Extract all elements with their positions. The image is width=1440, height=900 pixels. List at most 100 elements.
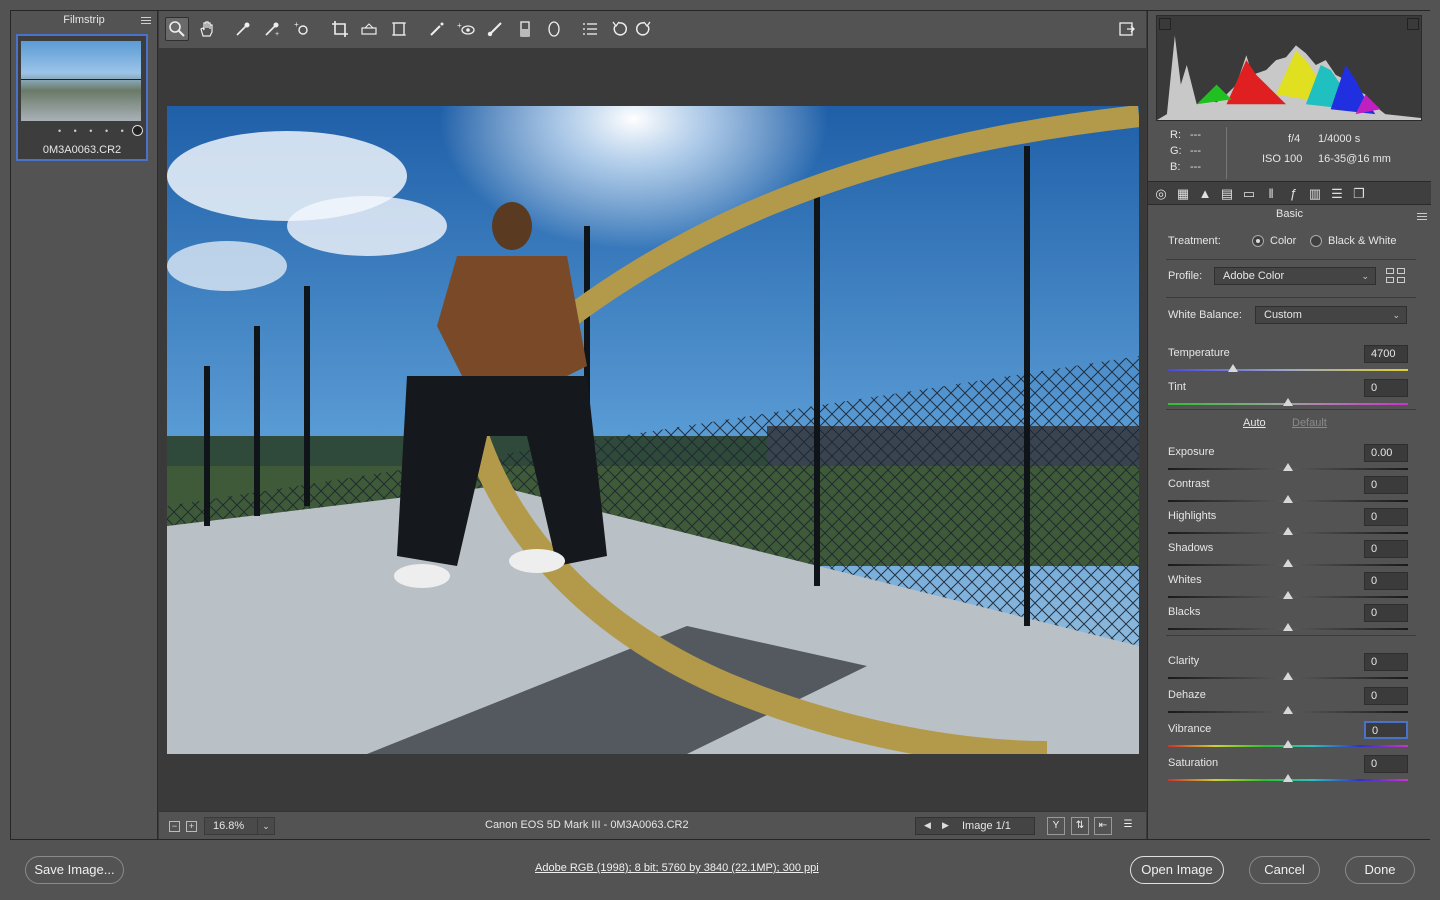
filmstrip-thumbnail[interactable]: • • • • • 0M3A0063.CR2 xyxy=(16,34,148,161)
crop-tool-icon[interactable] xyxy=(328,17,352,41)
b-value: --- xyxy=(1190,161,1201,173)
filmstrip-menu-icon[interactable] xyxy=(141,15,151,25)
targeted-adjustment-tool-icon[interactable]: + xyxy=(290,17,314,41)
adjustment-brush-tool-icon[interactable] xyxy=(483,17,507,41)
temperature-thumb[interactable] xyxy=(1227,364,1238,372)
image-canvas[interactable] xyxy=(159,48,1146,811)
tab-detail-icon[interactable]: ▲ xyxy=(1196,185,1214,203)
rotate-left-icon[interactable] xyxy=(607,17,631,41)
zoom-dropdown-chevron-icon[interactable]: ⌄ xyxy=(257,817,275,835)
treatment-label: Treatment: xyxy=(1168,235,1221,247)
whites-value-field[interactable]: 0 xyxy=(1364,572,1408,590)
blacks-value-field[interactable]: 0 xyxy=(1364,604,1408,622)
filmstrip-header: Filmstrip xyxy=(11,11,157,31)
save-image-button[interactable]: Save Image... xyxy=(25,856,124,884)
zoom-out-button[interactable]: − xyxy=(169,821,180,832)
tint-label: Tint xyxy=(1168,381,1186,393)
divider xyxy=(1166,259,1416,260)
shadow-clipping-warning-icon[interactable] xyxy=(1159,18,1171,30)
saturation-label: Saturation xyxy=(1168,757,1219,769)
temperature-track[interactable] xyxy=(1168,369,1408,371)
r-label: R: xyxy=(1170,129,1181,141)
photo-illustration xyxy=(167,106,1139,754)
spot-removal-tool-icon[interactable] xyxy=(425,17,449,41)
tint-thumb[interactable] xyxy=(1283,398,1293,406)
exposure-thumb[interactable] xyxy=(1283,463,1293,471)
highlights-thumb[interactable] xyxy=(1283,527,1293,535)
preview-photo xyxy=(167,106,1139,754)
saturation-value-field[interactable]: 0 xyxy=(1364,755,1408,773)
tab-hsl-icon[interactable]: ▤ xyxy=(1218,185,1236,203)
tab-camera-calibration-icon[interactable]: ▥ xyxy=(1306,185,1324,203)
rating-dots[interactable]: • • • • • xyxy=(58,126,129,136)
tab-lens-corrections-icon[interactable]: ‖ xyxy=(1262,185,1280,203)
profile-browser-grid-icon[interactable] xyxy=(1386,268,1406,284)
temperature-value-field[interactable]: 4700 xyxy=(1364,345,1408,363)
fullscreen-toggle-icon[interactable] xyxy=(1115,17,1139,41)
filmstrip-title: Filmstrip xyxy=(63,14,105,26)
rotate-right-icon[interactable] xyxy=(632,17,656,41)
tab-tone-curve-icon[interactable]: ▦ xyxy=(1174,185,1192,203)
before-after-view-icon[interactable]: Y xyxy=(1047,817,1065,835)
color-sampler-tool-icon[interactable]: + xyxy=(260,17,284,41)
dehaze-thumb[interactable] xyxy=(1283,706,1293,714)
rgb-readout: R: --- G: --- B: --- xyxy=(1170,127,1210,175)
next-image-button[interactable]: ▶ xyxy=(942,820,949,831)
red-eye-tool-icon[interactable]: + xyxy=(454,17,478,41)
exposure-value-field[interactable]: 0.00 xyxy=(1364,444,1408,462)
vibrance-thumb[interactable] xyxy=(1283,740,1293,748)
straighten-tool-icon[interactable] xyxy=(357,17,381,41)
copy-settings-icon[interactable]: ⇤ xyxy=(1094,817,1112,835)
shadows-value-field[interactable]: 0 xyxy=(1364,540,1408,558)
white-balance-select[interactable]: Custom ⌄ xyxy=(1255,306,1407,324)
panel-menu-icon[interactable] xyxy=(1417,211,1427,222)
histogram xyxy=(1156,15,1422,121)
shadows-thumb[interactable] xyxy=(1283,559,1293,567)
graduated-filter-tool-icon[interactable] xyxy=(513,17,537,41)
divider xyxy=(1166,635,1416,636)
clarity-label: Clarity xyxy=(1168,655,1200,667)
vibrance-value-field[interactable]: 0 xyxy=(1364,721,1408,739)
zoom-tool-icon[interactable] xyxy=(165,17,189,41)
tab-basic-aperture-icon[interactable]: ◎ xyxy=(1152,185,1170,203)
cancel-button[interactable]: Cancel xyxy=(1249,856,1320,884)
default-tone-link[interactable]: Default xyxy=(1292,417,1327,429)
whites-thumb[interactable] xyxy=(1283,591,1293,599)
done-button[interactable]: Done xyxy=(1345,856,1415,884)
treatment-color-label[interactable]: Color xyxy=(1270,235,1296,247)
saturation-thumb[interactable] xyxy=(1283,774,1293,782)
camera-metadata: f/4 1/4000 s ISO 100 16-35@16 mm xyxy=(1262,133,1412,173)
tint-value-field[interactable]: 0 xyxy=(1364,379,1408,397)
contrast-thumb[interactable] xyxy=(1283,495,1293,503)
radial-filter-tool-icon[interactable] xyxy=(542,17,566,41)
clarity-value-field[interactable]: 0 xyxy=(1364,653,1408,671)
treatment-bw-label[interactable]: Black & White xyxy=(1328,235,1396,247)
dehaze-value-field[interactable]: 0 xyxy=(1364,687,1408,705)
treatment-color-radio[interactable] xyxy=(1252,235,1264,247)
highlight-clipping-warning-icon[interactable] xyxy=(1407,18,1419,30)
swap-settings-icon[interactable]: ⇅ xyxy=(1071,817,1089,835)
toolbar: + + + xyxy=(159,11,1146,48)
zoom-in-button[interactable]: + xyxy=(186,821,197,832)
blacks-thumb[interactable] xyxy=(1283,623,1293,631)
hand-tool-icon[interactable] xyxy=(195,17,219,41)
tab-split-toning-icon[interactable]: ▭ xyxy=(1240,185,1258,203)
panel-title: Basic xyxy=(1276,208,1303,220)
tab-presets-icon[interactable]: ☰ xyxy=(1328,185,1346,203)
open-image-button[interactable]: Open Image xyxy=(1130,856,1224,884)
workflow-options-link[interactable]: Adobe RGB (1998); 8 bit; 5760 by 3840 (2… xyxy=(535,862,819,874)
transform-tool-icon[interactable] xyxy=(387,17,411,41)
treatment-bw-radio[interactable] xyxy=(1310,235,1322,247)
contrast-value-field[interactable]: 0 xyxy=(1364,476,1408,494)
vibrance-label: Vibrance xyxy=(1168,723,1212,735)
preferences-icon[interactable] xyxy=(578,17,602,41)
previous-image-button[interactable]: ◀ xyxy=(924,820,931,831)
highlights-value-field[interactable]: 0 xyxy=(1364,508,1408,526)
tab-snapshots-icon[interactable]: ❐ xyxy=(1350,185,1368,203)
clarity-thumb[interactable] xyxy=(1283,672,1293,680)
tab-effects-fx-icon[interactable]: ƒ xyxy=(1284,185,1302,203)
toggle-settings-icon[interactable]: ☰ xyxy=(1119,817,1137,835)
profile-select[interactable]: Adobe Color ⌄ xyxy=(1214,267,1376,285)
white-balance-tool-icon[interactable] xyxy=(231,17,255,41)
auto-tone-link[interactable]: Auto xyxy=(1243,417,1266,429)
